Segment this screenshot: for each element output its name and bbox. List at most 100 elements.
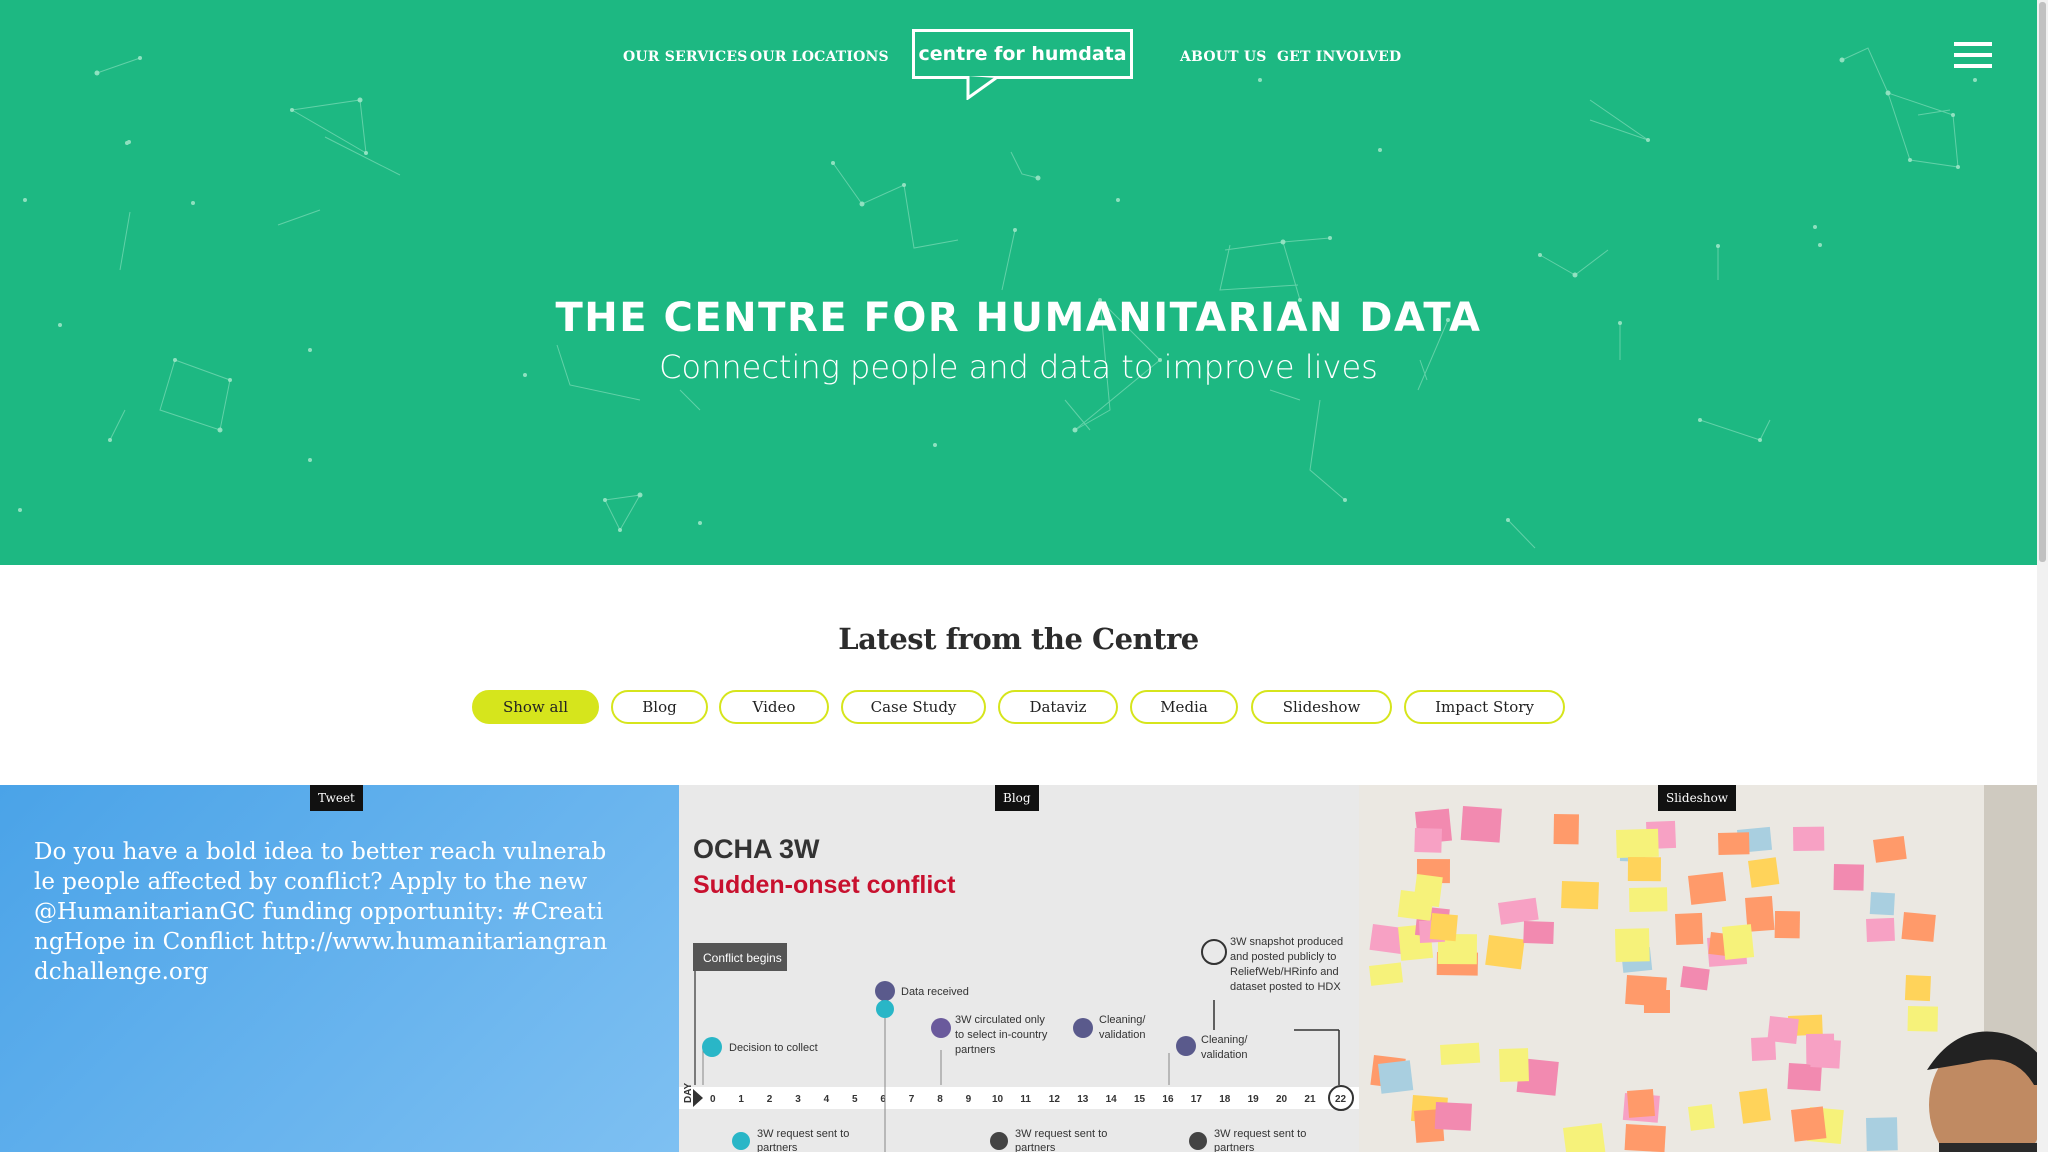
sticky-note: [1414, 827, 1442, 853]
sticky-note: [1499, 1048, 1529, 1082]
day-tick-2: 2: [767, 1094, 773, 1105]
day-tick-0: 0: [710, 1094, 716, 1105]
logo-speech-tail: [966, 76, 997, 100]
sticky-note: [1485, 935, 1525, 970]
day-tick-4: 4: [824, 1094, 830, 1105]
sticky-note: [1563, 1123, 1606, 1152]
scrollbar-thumb[interactable]: [2039, 2, 2046, 562]
event-cleaning-1: Cleaning/ validation: [1099, 1014, 1146, 1041]
sticky-note: [1806, 1033, 1835, 1064]
sticky-note: [1440, 1042, 1481, 1065]
sticky-note: [1629, 887, 1668, 912]
laptop-icon: [876, 1000, 894, 1018]
sticky-note: [1774, 911, 1800, 939]
hamburger-menu-icon[interactable]: [1954, 42, 1992, 68]
site-logo[interactable]: centre for humdata: [912, 29, 1133, 79]
filter-slideshow[interactable]: Slideshow: [1251, 690, 1392, 724]
day-tick-8: 8: [937, 1094, 943, 1105]
tweet-text: Do you have a bold idea to better reach …: [34, 839, 608, 985]
request-label-3: 3W request sent to partners: [1214, 1128, 1307, 1152]
day-tick-14: 14: [1106, 1094, 1118, 1105]
day-tick-17: 17: [1191, 1094, 1203, 1105]
card-blog[interactable]: OCHA 3W Sudden-onset conflict Conflict b…: [679, 785, 1359, 1152]
hero-subtitle: Connecting people and data to improve li…: [659, 348, 1378, 386]
sticky-note: [1397, 890, 1434, 921]
filter-dataviz[interactable]: Dataviz: [998, 690, 1118, 724]
sticky-note: [1688, 1104, 1715, 1131]
sticky-note: [1680, 966, 1710, 991]
day-tick-5: 5: [852, 1094, 858, 1105]
share-icon: [931, 1018, 951, 1038]
sticky-note: [1688, 872, 1727, 905]
network-background: [18, 47, 1977, 549]
sticky-note: [1627, 857, 1661, 882]
sticky-note: [1865, 1117, 1898, 1151]
day-tick-9: 9: [966, 1094, 972, 1105]
sticky-note: [1368, 962, 1404, 986]
filter-impact-story[interactable]: Impact Story: [1404, 690, 1565, 724]
sticky-note: [1751, 1036, 1777, 1061]
sticky-note: [1904, 975, 1931, 1002]
sticky-note: [1561, 881, 1599, 910]
sticky-note: [1627, 1089, 1655, 1118]
filter-show-all[interactable]: Show all: [472, 690, 599, 724]
sticky-note: [1378, 1060, 1414, 1094]
filter-blog[interactable]: Blog: [611, 690, 708, 724]
section-title-latest: Latest from the Centre: [838, 622, 1199, 656]
sticky-note: [1907, 1006, 1938, 1032]
check-icon: [1176, 1036, 1196, 1056]
sticky-note: [1722, 924, 1755, 960]
check-icon: [1073, 1018, 1093, 1038]
hero-title: THE CENTRE FOR HUMANITARIAN DATA: [555, 295, 1482, 341]
filter-media[interactable]: Media: [1130, 690, 1238, 724]
nav-about-us[interactable]: ABOUT US: [1180, 49, 1267, 65]
sticky-note: [1434, 1102, 1472, 1131]
day-tick-19: 19: [1248, 1094, 1260, 1105]
nav-our-locations[interactable]: OUR LOCATIONS: [750, 49, 889, 65]
day-tick-22: 22: [1335, 1094, 1347, 1105]
day-tick-16: 16: [1162, 1094, 1174, 1105]
sticky-note: [1616, 828, 1659, 858]
day-tick-13: 13: [1077, 1094, 1089, 1105]
filter-video[interactable]: Video: [719, 690, 829, 724]
sticky-note: [1615, 928, 1650, 962]
card-tag: Tweet: [310, 785, 363, 811]
sticky-note: [1460, 806, 1502, 843]
day-tick-3: 3: [795, 1094, 801, 1105]
blog-infographic: OCHA 3W Sudden-onset conflict Conflict b…: [679, 785, 1359, 1152]
card-tweet[interactable]: Tweet Do you have a bold idea to better …: [0, 785, 679, 1152]
sticky-note: [1792, 826, 1825, 851]
card-tag: Slideshow: [1658, 785, 1737, 811]
sticky-note: [1739, 1088, 1771, 1124]
infographic-title: OCHA 3W: [693, 834, 820, 864]
day-tick-1: 1: [738, 1094, 744, 1105]
inbox-icon: [875, 981, 895, 1001]
day-tick-11: 11: [1020, 1094, 1031, 1105]
day-tick-20: 20: [1276, 1094, 1288, 1105]
day-tick-10: 10: [992, 1094, 1004, 1105]
day-tick-7: 7: [909, 1094, 915, 1105]
sticky-note: [1429, 913, 1458, 942]
infographic-subtitle: Sudden-onset conflict: [693, 871, 956, 899]
sticky-note: [1675, 912, 1704, 945]
card-slideshow[interactable]: Slideshow: [1359, 785, 2037, 1152]
conflict-begins-label: Conflict begins: [703, 951, 782, 965]
card-tag: Blog: [995, 785, 1039, 811]
request-label-2: 3W request sent to partners: [1015, 1128, 1108, 1152]
sticky-note: [1869, 892, 1895, 916]
sticky-note: [1901, 912, 1936, 942]
event-data-received: Data received: [901, 986, 969, 998]
day-tick-21: 21: [1304, 1094, 1316, 1105]
event-circulated: 3W circulated only to select in-country …: [955, 1014, 1048, 1056]
nav-get-involved[interactable]: GET INVOLVED: [1277, 49, 1401, 65]
page-scrollbar[interactable]: [2037, 0, 2048, 1152]
sticky-note: [1718, 832, 1750, 855]
day-tick-12: 12: [1049, 1094, 1061, 1105]
nav-our-services[interactable]: OUR SERVICES: [623, 49, 748, 65]
chart-icon: [702, 1037, 722, 1057]
hero-banner: OUR SERVICES OUR LOCATIONS centre for hu…: [0, 0, 2037, 565]
sticky-note: [1866, 917, 1895, 942]
filter-case-study[interactable]: Case Study: [841, 690, 986, 724]
filter-bar: Show all Blog Video Case Study Dataviz M…: [0, 690, 2037, 726]
sticky-note: [1625, 975, 1667, 1007]
